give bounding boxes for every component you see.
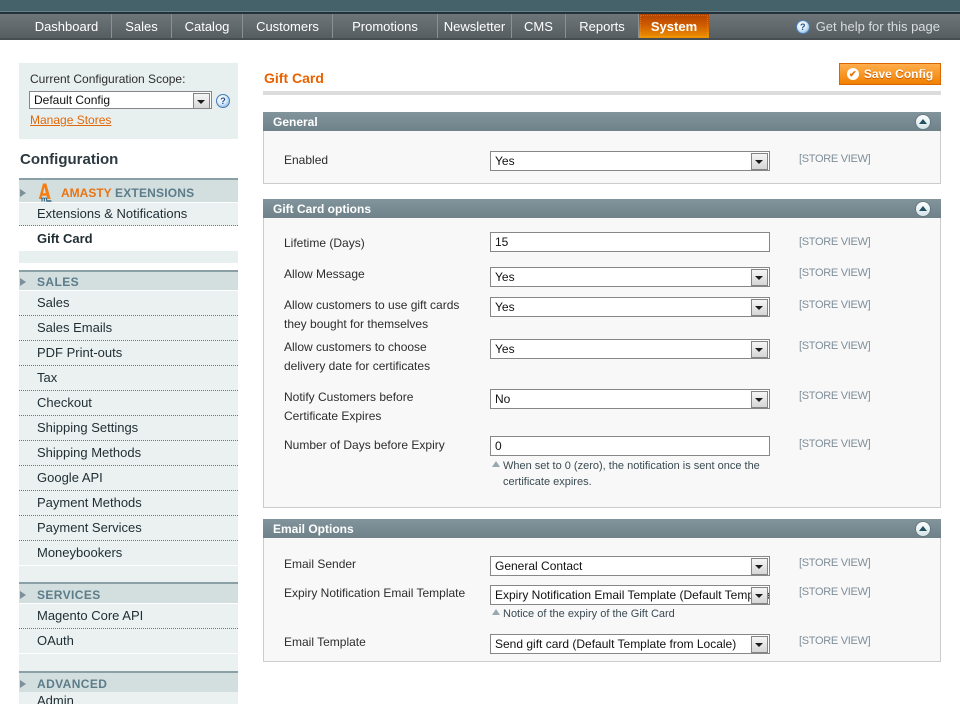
svg-text:m: m: [41, 195, 48, 202]
